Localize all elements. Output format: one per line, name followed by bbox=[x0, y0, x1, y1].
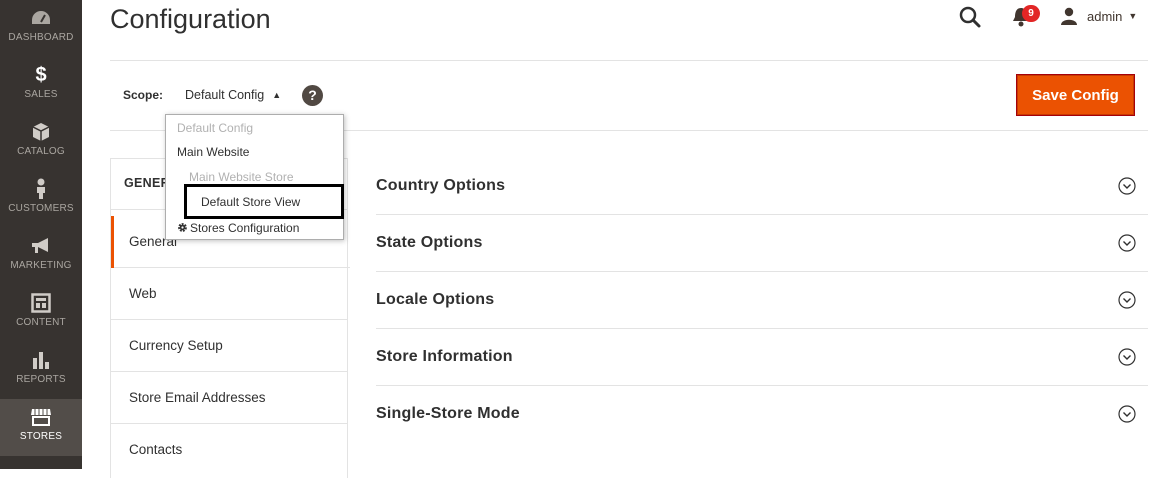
user-name: admin bbox=[1087, 8, 1123, 24]
section-title: Country Options bbox=[376, 177, 506, 194]
chevron-down-circle-icon bbox=[1118, 348, 1136, 366]
section-state-options[interactable]: State Options bbox=[376, 215, 1148, 272]
dashboard-icon bbox=[0, 6, 82, 30]
gear-icon bbox=[178, 223, 187, 232]
layout-icon bbox=[0, 291, 82, 315]
tab-contacts[interactable]: Contacts bbox=[111, 424, 349, 476]
scope-option-main-website-store: Main Website Store bbox=[189, 170, 294, 184]
scope-label: Scope: bbox=[123, 88, 164, 102]
tab-web[interactable]: Web bbox=[111, 268, 349, 320]
scope-option-default-store-view[interactable]: Default Store View bbox=[201, 195, 300, 209]
cube-icon bbox=[0, 120, 82, 144]
section-title: Single-Store Mode bbox=[376, 405, 520, 422]
nav-catalog[interactable]: Catalog bbox=[0, 114, 82, 171]
user-menu[interactable]: admin ▼ bbox=[1060, 6, 1137, 26]
chevron-down-circle-icon bbox=[1118, 177, 1136, 195]
stores-configuration-link[interactable]: Stores Configuration bbox=[177, 221, 299, 235]
chevron-down-circle-icon bbox=[1118, 405, 1136, 423]
scope-option-default-config: Default Config bbox=[177, 121, 254, 135]
tab-currency-setup[interactable]: Currency Setup bbox=[111, 320, 349, 372]
scope-option-main-website[interactable]: Main Website bbox=[177, 145, 249, 159]
scope-current-value: Default Config bbox=[185, 88, 265, 102]
megaphone-icon bbox=[0, 234, 82, 258]
chevron-down-circle-icon bbox=[1118, 234, 1136, 252]
notification-count-badge: 9 bbox=[1022, 5, 1040, 22]
admin-sidebar: Dashboard $ Sales Catalog Customers Mark… bbox=[0, 0, 82, 469]
nav-sales[interactable]: $ Sales bbox=[0, 57, 82, 114]
store-icon bbox=[0, 405, 82, 429]
section-country-options[interactable]: Country Options bbox=[376, 158, 1148, 215]
nav-stores[interactable]: Stores bbox=[0, 399, 82, 456]
tab-label: Store Email Addresses bbox=[129, 390, 266, 405]
header-divider bbox=[110, 60, 1148, 61]
nav-content[interactable]: Content bbox=[0, 285, 82, 342]
nav-customers[interactable]: Customers bbox=[0, 171, 82, 228]
section-single-store-mode[interactable]: Single-Store Mode bbox=[376, 386, 1148, 443]
tab-label: Web bbox=[129, 286, 157, 301]
search-icon[interactable] bbox=[958, 5, 982, 29]
user-icon bbox=[1061, 7, 1077, 25]
stores-configuration-label: Stores Configuration bbox=[190, 221, 300, 235]
person-icon bbox=[0, 177, 82, 201]
tab-label: Contacts bbox=[129, 442, 183, 457]
scope-switcher[interactable]: Default Config ▲ bbox=[185, 86, 281, 104]
help-icon[interactable]: ? bbox=[302, 85, 323, 106]
caret-up-icon: ▲ bbox=[272, 90, 282, 100]
section-title: Store Information bbox=[376, 348, 513, 365]
section-title: State Options bbox=[376, 234, 483, 251]
section-store-information[interactable]: Store Information bbox=[376, 329, 1148, 386]
section-locale-options[interactable]: Locale Options bbox=[376, 272, 1148, 329]
dollar-icon: $ bbox=[35, 63, 47, 86]
tab-label: Currency Setup bbox=[129, 338, 223, 353]
nav-reports[interactable]: Reports bbox=[0, 342, 82, 399]
chevron-down-circle-icon bbox=[1118, 291, 1136, 309]
scope-dropdown-menu: Default Config Main Website Main Website… bbox=[165, 114, 344, 240]
save-config-button[interactable]: Save Config bbox=[1016, 74, 1135, 116]
nav-marketing[interactable]: Marketing bbox=[0, 228, 82, 285]
page-title: Configuration bbox=[110, 4, 271, 34]
section-title: Locale Options bbox=[376, 291, 495, 308]
tab-store-email-addresses[interactable]: Store Email Addresses bbox=[111, 372, 349, 424]
chevron-down-icon: ▼ bbox=[1128, 11, 1138, 21]
nav-dashboard[interactable]: Dashboard bbox=[0, 0, 82, 57]
bar-chart-icon bbox=[0, 348, 82, 372]
